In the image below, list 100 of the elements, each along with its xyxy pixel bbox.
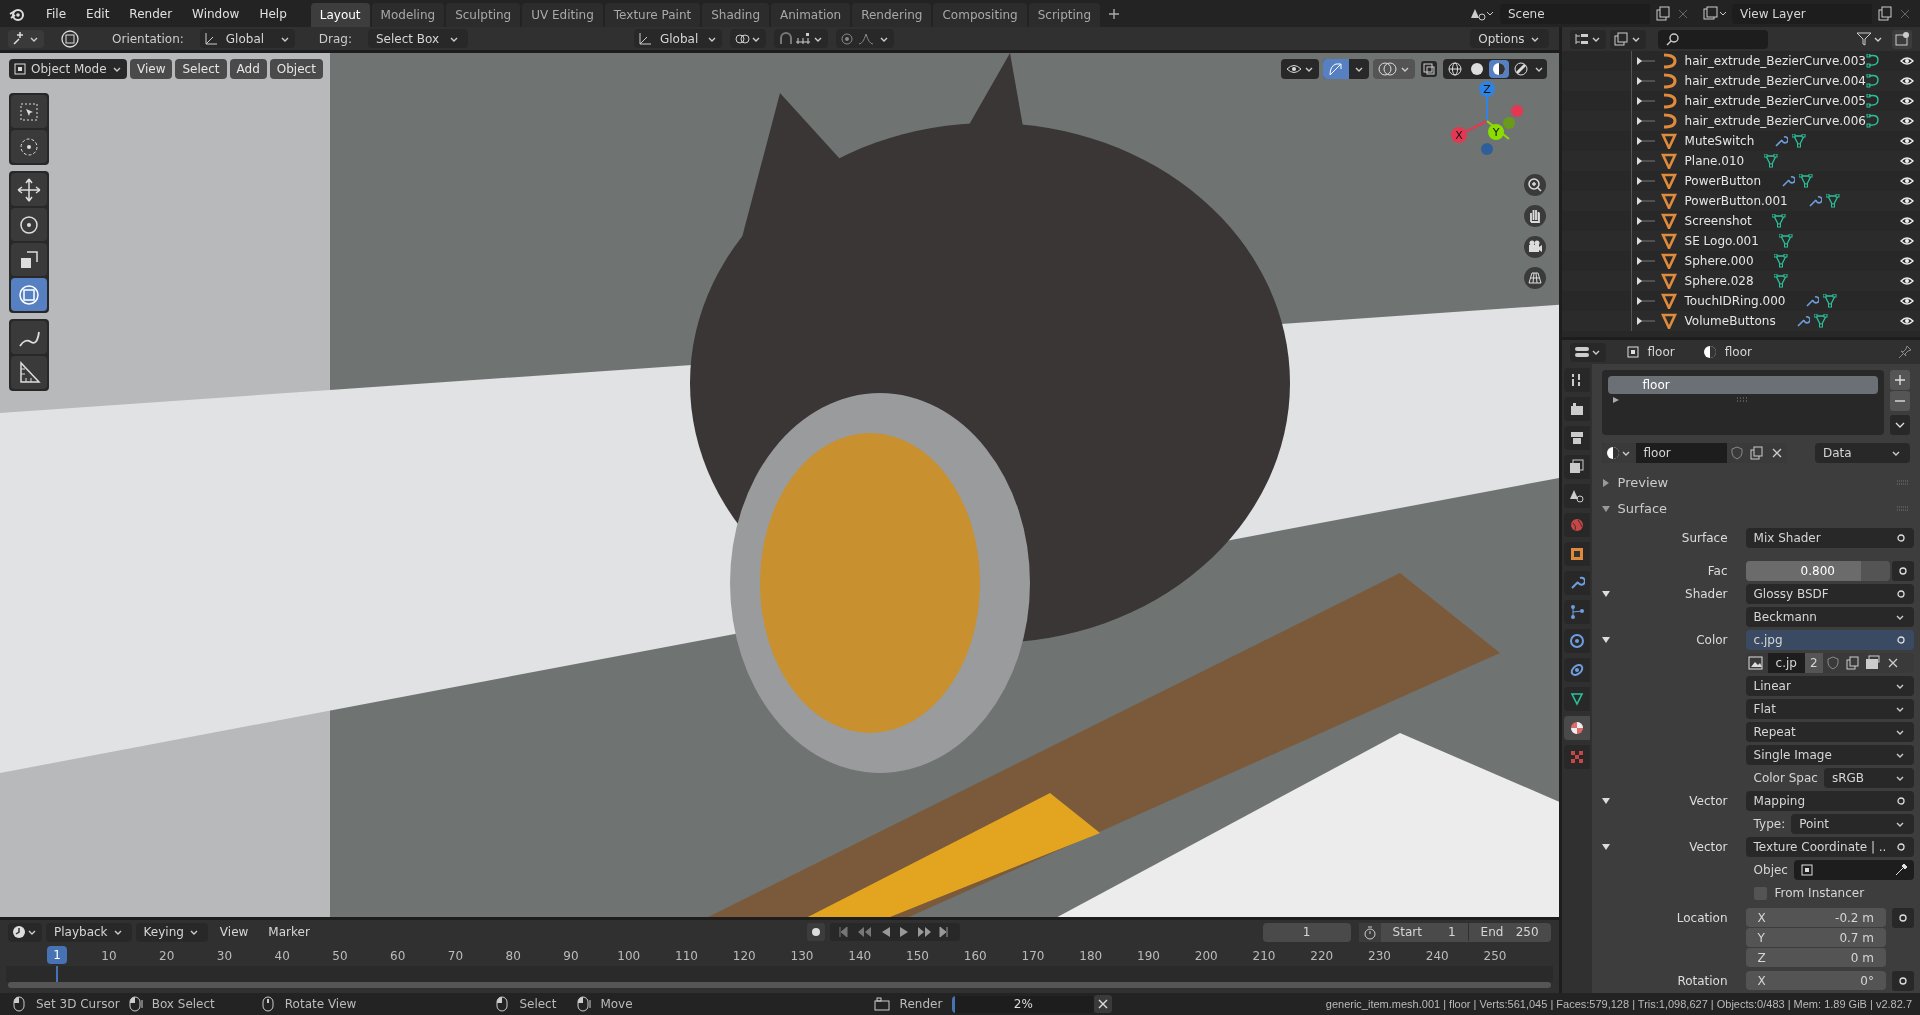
- menu-item[interactable]: File: [38, 4, 75, 23]
- eye-icon[interactable]: [1900, 235, 1914, 247]
- workspace-tab[interactable]: Rendering: [852, 3, 932, 27]
- current-frame-field[interactable]: 1: [1262, 922, 1351, 942]
- mesh-data-icon[interactable]: [1825, 194, 1840, 208]
- workspace-tab[interactable]: Animation: [771, 3, 851, 27]
- socket-field[interactable]: c.jpg: [1745, 630, 1914, 650]
- object-name[interactable]: hair_extrude_BezierCurve.004: [1684, 72, 1866, 90]
- socket-field[interactable]: Texture Coordinate | ..: [1745, 837, 1914, 857]
- eye-icon[interactable]: [1900, 315, 1914, 327]
- mesh-data-icon[interactable]: [1823, 294, 1838, 308]
- vector-field[interactable]: X -0.2 m: [1745, 908, 1886, 927]
- copy-icon[interactable]: [1876, 4, 1894, 23]
- curve-data-icon[interactable]: [1866, 94, 1880, 108]
- eye-icon[interactable]: [1900, 115, 1914, 127]
- editor-type-dropdown[interactable]: [1569, 29, 1606, 49]
- scene-field[interactable]: Scene: [1500, 3, 1650, 24]
- property-dropdown[interactable]: Single Image: [1745, 745, 1914, 765]
- collapse-arrow-icon[interactable]: [1601, 797, 1610, 805]
- add-icon[interactable]: [1890, 370, 1910, 390]
- property-dropdown[interactable]: Repeat: [1745, 722, 1914, 742]
- property-dropdown[interactable]: Linear: [1745, 676, 1914, 696]
- object-name[interactable]: hair_extrude_BezierCurve.003: [1684, 52, 1866, 70]
- property-dropdown[interactable]: Beckmann: [1745, 607, 1914, 627]
- eye-icon[interactable]: [1900, 255, 1914, 267]
- curve-data-icon[interactable]: [1866, 114, 1880, 128]
- editor-type-dropdown[interactable]: [8, 922, 42, 942]
- property-dropdown[interactable]: Flat: [1745, 699, 1914, 719]
- viewport-menu[interactable]: View: [130, 59, 173, 79]
- vector-field[interactable]: Y 0.7 m: [1745, 928, 1886, 947]
- property-dropdown[interactable]: sRGB: [1823, 768, 1914, 788]
- image-name-field[interactable]: c.jp: [1767, 653, 1805, 673]
- viewport-menu[interactable]: Add: [229, 59, 267, 79]
- object-name[interactable]: hair_extrude_BezierCurve.005: [1684, 92, 1866, 110]
- object-name[interactable]: PowerButton.001: [1684, 192, 1788, 210]
- collapse-arrow-icon[interactable]: [1601, 843, 1610, 851]
- eyedropper-icon[interactable]: [1894, 863, 1908, 877]
- orientation-dropdown[interactable]: Global: [199, 29, 295, 48]
- properties-tab[interactable]: [1563, 368, 1590, 392]
- socket-field[interactable]: Mix Shader: [1745, 528, 1914, 548]
- eye-icon[interactable]: [1900, 95, 1914, 107]
- properties-tab[interactable]: [1563, 484, 1590, 508]
- object-field[interactable]: [1793, 860, 1914, 880]
- eye-icon[interactable]: [1900, 155, 1914, 167]
- workspace-tab[interactable]: Layout: [310, 3, 370, 27]
- object-name[interactable]: VolumeButtons: [1684, 312, 1776, 330]
- menu-item[interactable]: Edit: [78, 4, 118, 23]
- workspace-tab[interactable]: UV Editing: [522, 3, 603, 27]
- workspace-tab[interactable]: Sculpting: [446, 3, 521, 27]
- eye-icon[interactable]: [1900, 295, 1914, 307]
- breadcrumb[interactable]: floor: [1647, 343, 1675, 361]
- properties-tab[interactable]: [1563, 542, 1590, 566]
- tool-dropdown[interactable]: [8, 29, 44, 48]
- grid-icon[interactable]: [1522, 266, 1547, 290]
- view-layer-icon[interactable]: [1702, 5, 1728, 22]
- timeline-menu[interactable]: Marker: [260, 923, 318, 941]
- stopwatch-icon[interactable]: [1358, 922, 1381, 942]
- editor-type-dropdown[interactable]: [1569, 342, 1606, 362]
- tool-button[interactable]: [11, 321, 47, 354]
- playback-controls[interactable]: [829, 922, 960, 942]
- search-field[interactable]: [1657, 29, 1768, 49]
- workspace-tab[interactable]: Shading: [702, 3, 769, 27]
- fac-slider[interactable]: 0.800: [1745, 561, 1890, 581]
- navigation-gizmo[interactable]: X Y Z: [1448, 79, 1539, 169]
- workspace-tab[interactable]: Texture Paint: [604, 3, 701, 27]
- socket-field[interactable]: Glossy BSDF: [1745, 584, 1914, 604]
- object-name[interactable]: Plane.010: [1684, 152, 1745, 170]
- vector-field[interactable]: X 0°: [1745, 971, 1886, 990]
- camera-icon[interactable]: [1522, 235, 1547, 259]
- pin-icon[interactable]: [1898, 345, 1912, 359]
- object-name[interactable]: hair_extrude_BezierCurve.006: [1684, 112, 1866, 130]
- mesh-data-icon[interactable]: [1773, 254, 1788, 268]
- display-mode-dropdown[interactable]: [1609, 29, 1646, 49]
- object-name[interactable]: Sphere.000: [1684, 252, 1754, 270]
- eye-icon[interactable]: [1900, 135, 1914, 147]
- object-name[interactable]: MuteSwitch: [1684, 132, 1755, 150]
- properties-tab[interactable]: [1563, 600, 1590, 624]
- snap-toggle[interactable]: [774, 29, 828, 48]
- timeline-menu[interactable]: Playback: [46, 922, 132, 942]
- curve-data-icon[interactable]: [1866, 74, 1880, 88]
- cancel-icon[interactable]: [1094, 995, 1113, 1013]
- eye-icon[interactable]: [1900, 215, 1914, 227]
- tool-button[interactable]: [11, 356, 47, 389]
- mesh-data-icon[interactable]: [1771, 214, 1786, 228]
- link-dropdown[interactable]: Data: [1815, 443, 1910, 463]
- vector-field[interactable]: Z 0 m: [1745, 948, 1886, 967]
- expand-arrow-icon[interactable]: [1611, 396, 1620, 404]
- view-layer-field[interactable]: View Layer: [1732, 3, 1872, 24]
- tool-button[interactable]: [11, 243, 47, 276]
- curve-data-icon[interactable]: [1866, 54, 1880, 68]
- pivot-dropdown[interactable]: [730, 29, 766, 48]
- mode-dropdown[interactable]: Object Mode: [9, 59, 127, 79]
- material-name-field[interactable]: floor: [1635, 443, 1727, 463]
- chevron-icon[interactable]: [1890, 415, 1910, 435]
- visibility-dropdown[interactable]: [1280, 59, 1319, 79]
- remove-icon[interactable]: [1890, 391, 1910, 411]
- transform-orientation-dropdown[interactable]: Global: [634, 29, 722, 48]
- tool-button[interactable]: [11, 208, 47, 241]
- workspace-tab[interactable]: Scripting: [1028, 3, 1101, 27]
- timeline-menu[interactable]: Keying: [135, 922, 208, 942]
